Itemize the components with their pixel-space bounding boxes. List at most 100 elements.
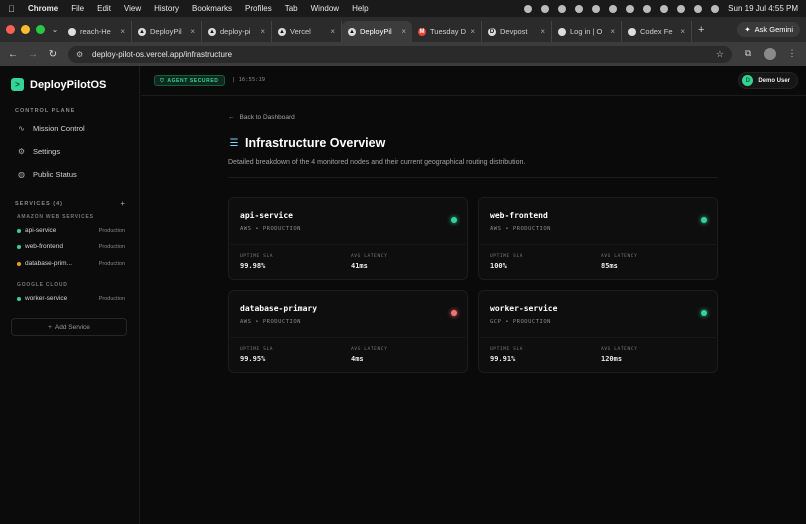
divider	[230, 244, 466, 245]
vercel-icon: ▲	[138, 27, 146, 36]
uptime-label: UPTIME SLA	[490, 254, 524, 259]
add-service-plus-icon[interactable]: +	[120, 199, 125, 208]
node-card-web-frontend[interactable]: web-frontend AWS • PRODUCTION UPTIME SLA…	[478, 197, 718, 280]
node-card-worker-service[interactable]: worker-service GCP • PRODUCTION UPTIME S…	[478, 290, 718, 373]
close-tab-icon[interactable]: ×	[190, 27, 195, 36]
brand[interactable]: > DeployPilotOS	[11, 78, 106, 91]
browser-tab[interactable]: Codex Fe ×	[622, 21, 692, 42]
status-dot	[17, 228, 21, 233]
status-indicator	[451, 217, 457, 223]
back-icon[interactable]: ←	[8, 49, 18, 60]
menu-profiles[interactable]: Profiles	[245, 4, 272, 13]
menu-edit[interactable]: Edit	[97, 4, 111, 13]
status-icon[interactable]	[609, 4, 618, 13]
window-controls	[0, 25, 48, 34]
minimize-window-button[interactable]	[21, 25, 30, 34]
menu-chrome[interactable]: Chrome	[28, 4, 58, 13]
brand-name: DeployPilotOS	[30, 78, 107, 91]
browser-toolbar: ← → ↻ ⚙ deploy-pilot-os.vercel.app/infra…	[0, 42, 806, 66]
browser-tab[interactable]: Log in | O ×	[552, 21, 622, 42]
sidebar-service-database-primary[interactable]: database-prim... Production	[17, 260, 125, 267]
nav-mission-control[interactable]: ∿ Mission Control	[17, 124, 85, 133]
close-tab-icon[interactable]: ×	[470, 27, 475, 36]
siri-icon[interactable]	[694, 4, 703, 13]
browser-tab-active[interactable]: ▲ DeployPil ×	[342, 21, 412, 42]
back-to-dashboard-link[interactable]: ← Back to Dashboard	[228, 114, 295, 121]
sidebar-service-api-service[interactable]: api-service Production	[17, 227, 125, 234]
menubar-clock[interactable]: Sun 19 Jul 4:55 PM	[728, 4, 798, 13]
agent-secured-badge: ⛉ AGENT SECURED	[154, 75, 225, 86]
codex-icon	[628, 27, 636, 36]
latency-value: 41ms	[351, 262, 368, 270]
menu-bookmarks[interactable]: Bookmarks	[192, 4, 232, 13]
sidebar-service-worker-service[interactable]: worker-service Production	[17, 295, 125, 302]
node-name: web-frontend	[490, 211, 548, 220]
bookmark-star-icon[interactable]: ☆	[716, 49, 724, 60]
forward-icon[interactable]: →	[28, 49, 38, 60]
close-tab-icon[interactable]: ×	[401, 27, 406, 36]
new-tab-button[interactable]: +	[692, 24, 710, 36]
activity-icon: ∿	[18, 124, 25, 133]
menu-view[interactable]: View	[124, 4, 141, 13]
menu-tab[interactable]: Tab	[285, 4, 298, 13]
gemini-icon: ✦	[744, 25, 751, 34]
close-tab-icon[interactable]: ×	[610, 27, 615, 36]
menu-window[interactable]: Window	[311, 4, 339, 13]
node-card-api-service[interactable]: api-service AWS • PRODUCTION UPTIME SLA …	[228, 197, 468, 280]
clock-time: | 16:55:19	[232, 77, 266, 83]
control-center-icon[interactable]	[711, 4, 720, 13]
node-name: database-primary	[240, 304, 318, 313]
profile-avatar[interactable]	[764, 48, 776, 60]
status-dot	[17, 261, 21, 266]
menu-help[interactable]: Help	[352, 4, 368, 13]
browser-tab[interactable]: ▲ Vercel ×	[272, 21, 342, 42]
sparkle-icon[interactable]	[575, 4, 584, 13]
browser-tab[interactable]: reach-He ×	[62, 21, 132, 42]
gear-icon: ⚙	[17, 147, 26, 156]
status-icon[interactable]	[524, 4, 533, 13]
vercel-icon: ▲	[208, 27, 216, 36]
uptime-label: UPTIME SLA	[240, 347, 274, 352]
search-icon[interactable]	[677, 4, 686, 13]
status-icon[interactable]	[643, 4, 652, 13]
extensions-icon[interactable]: ⧉	[742, 48, 754, 60]
address-bar[interactable]: ⚙ deploy-pilot-os.vercel.app/infrastruct…	[68, 45, 732, 63]
nav-settings[interactable]: ⚙ Settings	[17, 147, 60, 156]
gmail-icon: M	[418, 27, 426, 36]
status-icon[interactable]	[541, 4, 550, 13]
browser-tab[interactable]: ▲ deploy-pi ×	[202, 21, 272, 42]
divider	[228, 177, 718, 178]
nav-public-status[interactable]: ◍ Public Status	[17, 170, 77, 179]
reload-icon[interactable]: ↻	[48, 49, 58, 60]
latency-label: AVG LATENCY	[351, 254, 388, 259]
divider	[230, 337, 466, 338]
tab-search-icon[interactable]: ⌄	[48, 25, 62, 34]
cloud-icon[interactable]	[558, 4, 567, 13]
browser-tab[interactable]: M Tuesday D ×	[412, 21, 482, 42]
close-tab-icon[interactable]: ×	[680, 27, 685, 36]
browser-tab[interactable]: D Devpost ×	[482, 21, 552, 42]
more-menu-icon[interactable]: ⋮	[786, 48, 798, 60]
node-meta: AWS • PRODUCTION	[240, 319, 301, 325]
battery-icon[interactable]	[660, 4, 669, 13]
browser-tab[interactable]: ▲ DeployPil ×	[132, 21, 202, 42]
ask-gemini-button[interactable]: ✦ Ask Gemini	[737, 22, 800, 37]
add-service-button[interactable]: + Add Service	[11, 318, 127, 336]
wifi-icon[interactable]	[626, 4, 635, 13]
fullscreen-window-button[interactable]	[36, 25, 45, 34]
status-icon[interactable]	[592, 4, 601, 13]
site-info-icon[interactable]: ⚙	[76, 50, 86, 59]
close-tab-icon[interactable]: ×	[540, 27, 545, 36]
sidebar-service-web-frontend[interactable]: web-frontend Production	[17, 243, 125, 250]
menu-history[interactable]: History	[154, 4, 179, 13]
close-tab-icon[interactable]: ×	[120, 27, 125, 36]
apple-icon[interactable]: 	[8, 4, 18, 14]
menu-file[interactable]: File	[71, 4, 84, 13]
user-menu[interactable]: D Demo User	[738, 72, 798, 89]
address-url[interactable]: deploy-pilot-os.vercel.app/infrastructur…	[92, 50, 232, 59]
close-tab-icon[interactable]: ×	[260, 27, 265, 36]
close-window-button[interactable]	[6, 25, 15, 34]
node-card-database-primary[interactable]: database-primary AWS • PRODUCTION UPTIME…	[228, 290, 468, 373]
latency-value: 85ms	[601, 262, 618, 270]
close-tab-icon[interactable]: ×	[330, 27, 335, 36]
